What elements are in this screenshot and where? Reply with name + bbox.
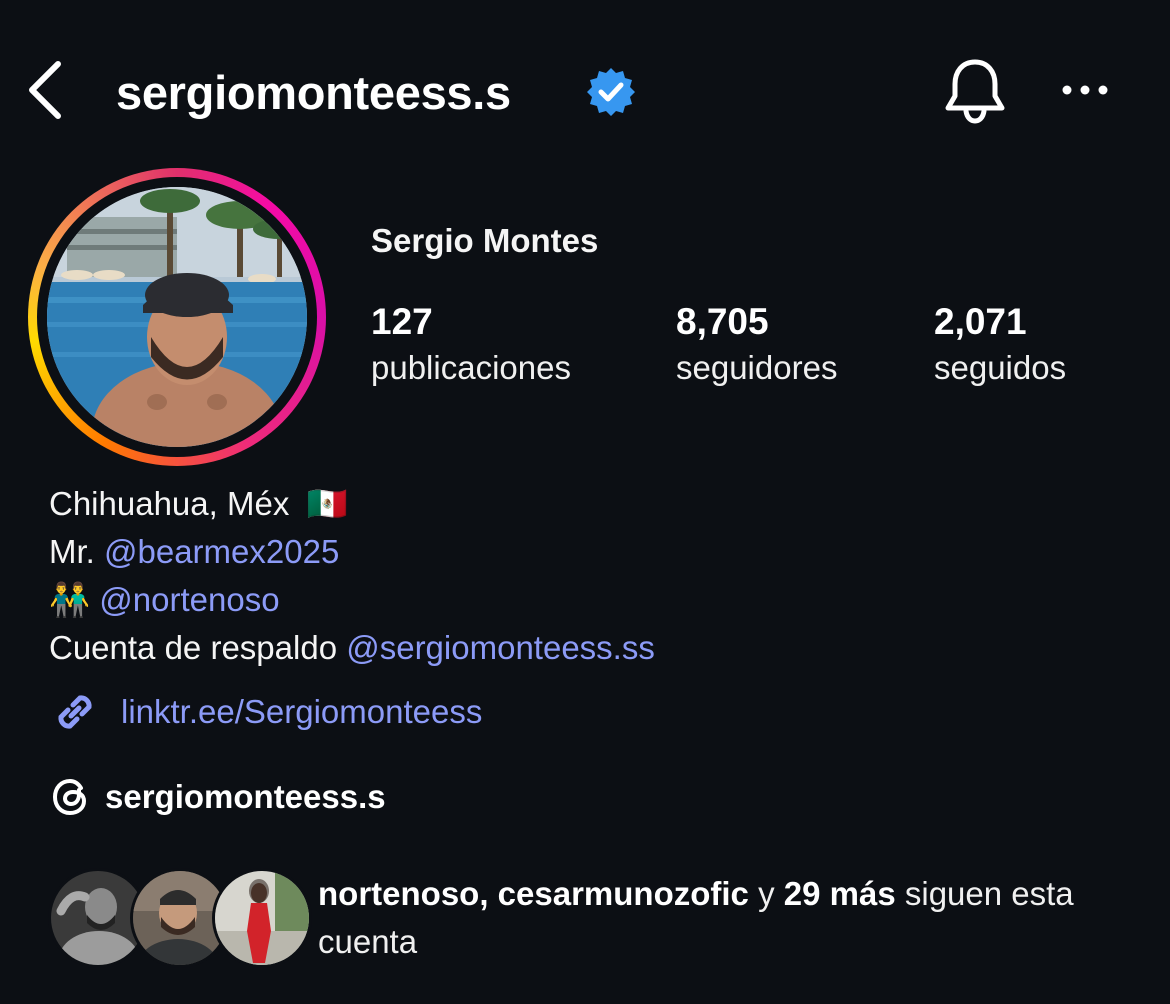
bell-icon — [945, 59, 1005, 124]
followed-by-text[interactable]: nortenoso, cesarmunozofic y 29 más sigue… — [318, 870, 1138, 966]
header-username: sergiomonteess.s — [116, 65, 511, 119]
bio-location-line: Chihuahua, Méx 🇲🇽 — [49, 484, 348, 524]
mutual-followers-avatars[interactable] — [48, 868, 312, 968]
chevron-left-icon — [29, 61, 61, 119]
bio-line-2: Mr. @bearmex2025 — [49, 532, 339, 572]
more-options-button[interactable] — [1055, 70, 1115, 110]
mention-backup-account[interactable]: @sergiomonteess.ss — [346, 629, 655, 666]
mutual-follower-avatar-3 — [212, 868, 312, 968]
stat-posts[interactable]: 127 publicaciones — [371, 300, 571, 390]
verified-badge-icon — [585, 66, 637, 118]
stat-followers-label: seguidores — [676, 349, 838, 386]
threads-icon — [52, 778, 87, 816]
stat-following-label: seguidos — [934, 349, 1067, 386]
notifications-button[interactable] — [940, 56, 1010, 126]
profile-display-name: Sergio Montes — [371, 222, 599, 259]
followed-by-more-count: 29 más — [783, 875, 896, 912]
followed-by-name-1: nortenoso — [318, 875, 480, 912]
bio-line-2-prefix: Mr. — [49, 533, 95, 570]
bio-link[interactable]: linktr.ee/Sergiomonteess — [49, 686, 482, 738]
bio-link-text: linktr.ee/Sergiomonteess — [121, 693, 483, 730]
stat-following-count: 2,071 — [934, 301, 1027, 342]
profile-avatar-story-ring[interactable] — [28, 168, 326, 466]
threads-handle: sergiomonteess.s — [105, 778, 386, 815]
mexico-flag-emoji: 🇲🇽 — [306, 485, 348, 522]
followed-by-name-2: cesarmunozofic — [497, 875, 749, 912]
bio-line-3: 👬 @nortenoso — [49, 580, 280, 620]
bio-location: Chihuahua, Méx — [49, 485, 290, 522]
more-horizontal-icon — [1062, 85, 1108, 95]
stat-followers-count: 8,705 — [676, 301, 769, 342]
profile-avatar — [47, 187, 307, 447]
mention-bearmex2025[interactable]: @bearmex2025 — [104, 533, 339, 570]
stat-following[interactable]: 2,071 seguidos — [934, 300, 1066, 390]
bio-line-4: Cuenta de respaldo @sergiomonteess.ss — [49, 628, 655, 668]
back-button[interactable] — [22, 58, 72, 122]
stat-posts-label: publicaciones — [371, 349, 571, 386]
threads-badge[interactable]: sergiomonteess.s — [49, 772, 386, 822]
stat-followers[interactable]: 8,705 seguidores — [676, 300, 837, 390]
bio-line-4-prefix: Cuenta de respaldo — [49, 629, 338, 666]
two-men-holding-hands-emoji: 👬 — [49, 581, 91, 618]
mention-nortenoso[interactable]: @nortenoso — [99, 581, 279, 618]
followed-by-connector: y — [758, 875, 775, 912]
stat-posts-count: 127 — [371, 301, 433, 342]
link-icon — [58, 695, 92, 729]
